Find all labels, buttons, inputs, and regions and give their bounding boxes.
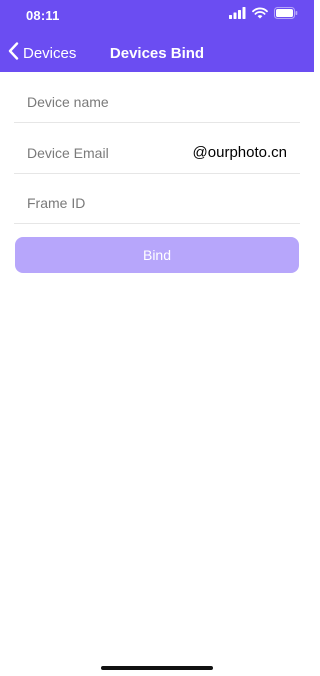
- device-bind-screen: 08:11 Devices Devices Bind Device name D…: [0, 0, 314, 676]
- frame-id-placeholder: Frame ID: [27, 195, 86, 211]
- frame-id-field[interactable]: Frame ID: [14, 173, 300, 224]
- wifi-icon: [252, 6, 268, 24]
- device-email-field[interactable]: Device Email @ourphoto.cn: [14, 123, 300, 174]
- bind-button[interactable]: Bind: [15, 237, 299, 273]
- cellular-signal-icon: [229, 6, 246, 24]
- battery-icon: [274, 6, 298, 24]
- home-indicator: [101, 666, 213, 670]
- status-icons: [229, 6, 298, 24]
- page-title: Devices Bind: [109, 45, 205, 62]
- status-bar: 08:11: [0, 0, 314, 30]
- top-bar: 08:11 Devices Devices Bind: [0, 0, 314, 72]
- device-name-placeholder: Device name: [27, 94, 109, 110]
- email-domain-suffix: @ourphoto.cn: [192, 144, 287, 161]
- device-email-placeholder: Device Email: [27, 145, 109, 161]
- status-time: 08:11: [26, 8, 60, 23]
- device-name-field[interactable]: Device name: [14, 72, 300, 123]
- navigation-bar: Devices Devices Bind: [0, 36, 314, 70]
